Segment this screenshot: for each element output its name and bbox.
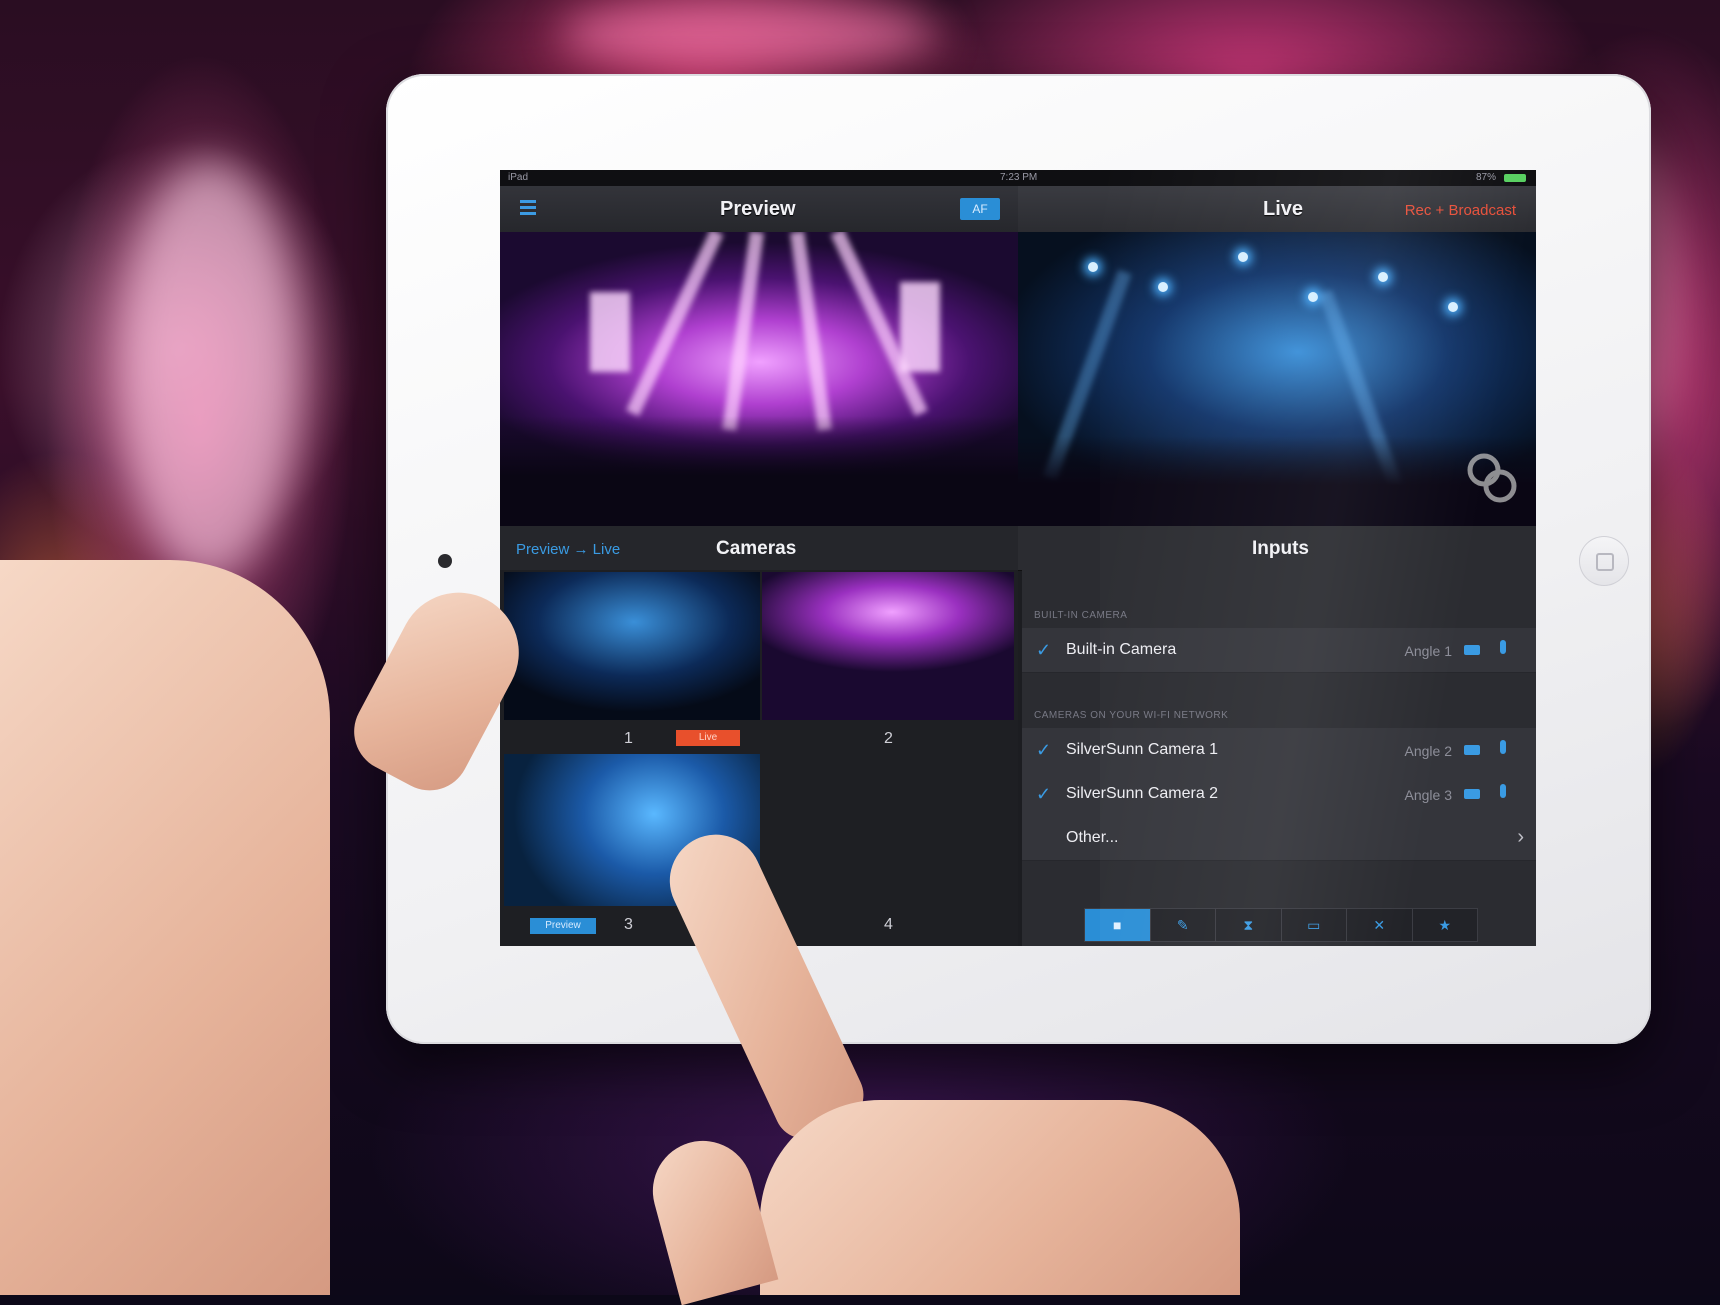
preview-title: Preview — [720, 198, 796, 220]
cameras-title: Cameras — [716, 538, 797, 559]
left-hand — [0, 560, 330, 1295]
tab-titles-icon[interactable]: ▭ — [1282, 909, 1347, 941]
stage-light — [1308, 292, 1318, 302]
blurred-light — [560, 0, 940, 70]
front-camera — [438, 554, 452, 568]
blurred-light — [120, 160, 300, 580]
stage-light — [1088, 262, 1098, 272]
input-row-built-in-camera[interactable]: ✓ Built-in Camera Angle 1 — [1022, 628, 1536, 673]
menu-icon[interactable] — [520, 200, 536, 218]
microphone-icon[interactable] — [1500, 784, 1506, 798]
status-bar: iPad 7:23 PM 87% — [500, 170, 1536, 186]
stage-light — [1448, 302, 1458, 312]
chevron-right-icon: › — [1517, 826, 1524, 848]
tab-effects-icon[interactable]: ✎ — [1151, 909, 1216, 941]
tab-tools-icon[interactable]: ✕ — [1347, 909, 1413, 941]
section-bar: Preview → Live Cameras Inputs — [500, 526, 1536, 571]
input-name: Other... — [1066, 829, 1119, 846]
app-logo-icon — [1467, 453, 1517, 503]
tab-video-camera-icon[interactable]: ■ — [1085, 909, 1151, 941]
clock: 7:23 PM — [1000, 172, 1038, 183]
video-icon[interactable] — [1464, 745, 1480, 755]
stage-light — [1238, 252, 1248, 262]
battery-percent: 87% — [1475, 172, 1496, 183]
camera-number-2: 2 — [884, 730, 893, 747]
input-row-silversunn-camera-2[interactable]: ✓ SilverSunn Camera 2 Angle 3 — [1022, 772, 1536, 817]
app-screen: iPad 7:23 PM 87% Preview AF Live Rec + B… — [500, 170, 1536, 946]
crowd-silhouette — [500, 416, 1018, 526]
preview-to-live-button[interactable]: Preview → Live — [516, 541, 620, 558]
tab-favorites-icon[interactable]: ★ — [1413, 909, 1478, 941]
battery-icon — [1504, 174, 1526, 182]
input-name: SilverSunn Camera 2 — [1066, 785, 1219, 802]
angle-label: Angle 3 — [1404, 787, 1452, 803]
checkmark-icon: ✓ — [1036, 740, 1052, 760]
video-icon[interactable] — [1464, 789, 1480, 799]
home-button[interactable] — [1579, 536, 1629, 586]
video-icon[interactable] — [1464, 645, 1480, 655]
stage-beam — [626, 232, 724, 417]
camera-slot-4[interactable] — [762, 754, 1014, 906]
stage-beam — [790, 232, 832, 432]
live-title: Live — [1263, 198, 1304, 220]
tab-transition-icon[interactable]: ⧗ — [1216, 909, 1282, 941]
angle-label: Angle 1 — [1404, 643, 1452, 659]
stage-beam — [722, 232, 764, 432]
top-bar: Preview AF Live Rec + Broadcast — [500, 186, 1536, 233]
carrier-label: iPad — [508, 172, 529, 183]
group-header-built-in: BUILT-IN CAMERA — [1034, 610, 1128, 621]
inputs-panel: BUILT-IN CAMERA ✓ Built-in Camera Angle … — [1022, 570, 1536, 946]
right-hand — [760, 1100, 1240, 1295]
preview-badge: Preview — [530, 918, 596, 934]
camera-thumbnail-2[interactable] — [762, 572, 1014, 720]
group-header-wifi: CAMERAS ON YOUR WI-FI NETWORK — [1034, 710, 1229, 721]
input-row-other[interactable]: Other... › — [1022, 816, 1536, 861]
ipad-device: iPad 7:23 PM 87% Preview AF Live Rec + B… — [386, 74, 1651, 1044]
input-row-silversunn-camera-1[interactable]: ✓ SilverSunn Camera 1 Angle 2 — [1022, 728, 1536, 773]
source-tabs: ■ ✎ ⧗ ▭ ✕ ★ — [1084, 908, 1478, 942]
input-name: Built-in Camera — [1066, 641, 1177, 658]
camera-number-4: 4 — [884, 916, 893, 933]
camera-number-1: 1 — [624, 730, 633, 747]
inputs-title: Inputs — [1252, 538, 1309, 559]
preview-video[interactable] — [500, 232, 1018, 526]
stage-silhouette — [1018, 436, 1536, 526]
checkmark-icon: ✓ — [1036, 784, 1052, 804]
stage-beam — [900, 282, 940, 372]
stage-light — [1378, 272, 1388, 282]
stage-beam — [590, 292, 630, 372]
autofocus-button[interactable]: AF — [960, 198, 1000, 220]
rec-broadcast-button[interactable]: Rec + Broadcast — [1405, 202, 1516, 219]
live-video[interactable] — [1018, 232, 1536, 526]
camera-thumbnail-1[interactable] — [504, 572, 760, 720]
microphone-icon[interactable] — [1500, 740, 1506, 754]
camera-number-3: 3 — [624, 916, 633, 933]
microphone-icon[interactable] — [1500, 640, 1506, 654]
live-badge: Live — [676, 730, 740, 746]
checkmark-icon: ✓ — [1036, 640, 1052, 660]
angle-label: Angle 2 — [1404, 743, 1452, 759]
stage-light — [1158, 282, 1168, 292]
input-name: SilverSunn Camera 1 — [1066, 741, 1219, 758]
